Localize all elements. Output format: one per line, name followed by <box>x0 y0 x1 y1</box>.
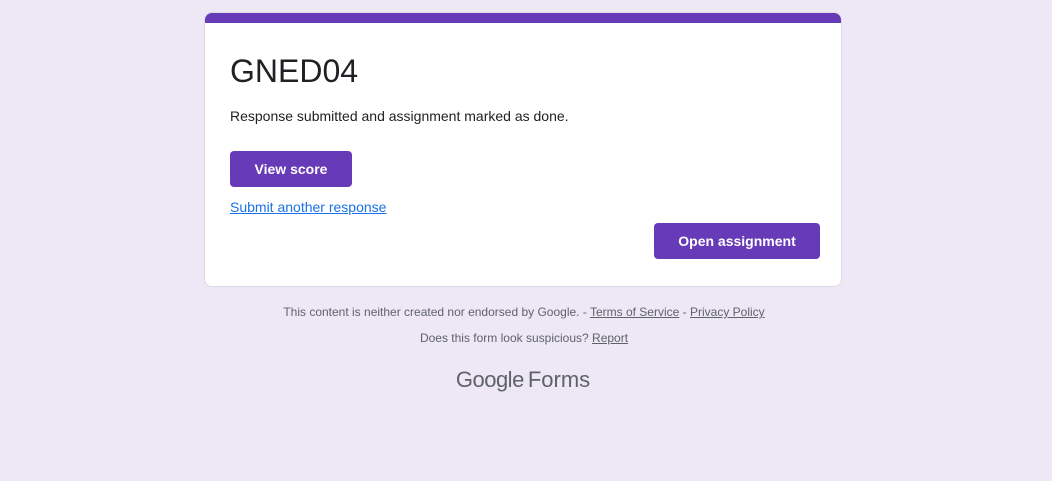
suspicious-text: Does this form look suspicious? <box>419 331 589 345</box>
form-card: GNED04 Response submitted and assignment… <box>204 12 842 287</box>
terms-of-service-link[interactable]: Terms of Service <box>590 305 679 319</box>
google-forms-logo[interactable]: Google Forms <box>0 366 1046 394</box>
footer-disclaimer-line: This content is neither created nor endo… <box>0 304 1050 320</box>
report-link[interactable]: Report <box>592 331 628 345</box>
footer-disclaimer: This content is neither created nor endo… <box>283 305 580 319</box>
google-wordmark: Google <box>455 367 524 392</box>
form-title: GNED04 <box>230 53 359 89</box>
open-assignment-button[interactable]: Open assignment <box>654 223 820 259</box>
forms-wordmark: Forms <box>527 367 591 392</box>
footer-separator: - <box>679 305 690 319</box>
card-accent-bar <box>205 13 841 23</box>
confirmation-message: Response submitted and assignment marked… <box>230 108 569 124</box>
privacy-policy-link[interactable]: Privacy Policy <box>690 305 765 319</box>
view-score-button[interactable]: View score <box>230 151 352 187</box>
submit-another-response-link[interactable]: Submit another response <box>230 198 386 216</box>
footer-separator: - <box>579 305 590 319</box>
footer-report-line: Does this form look suspicious? Report <box>0 330 1050 346</box>
